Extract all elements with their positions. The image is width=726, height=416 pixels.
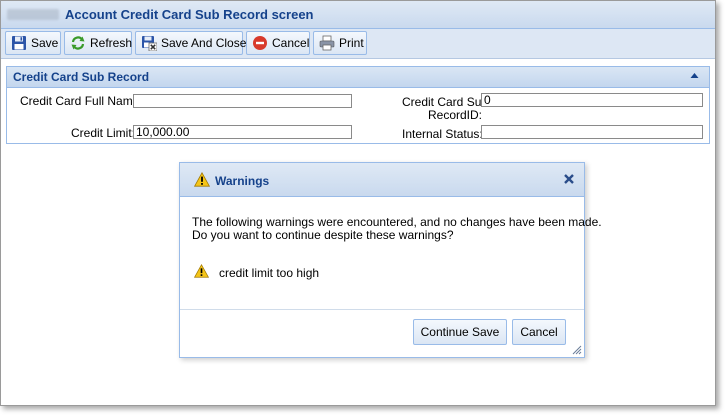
window-title: Account Credit Card Sub Record screen bbox=[65, 7, 314, 22]
refresh-label: Refresh bbox=[90, 36, 133, 50]
save-button[interactable]: Save bbox=[5, 31, 61, 55]
credit-card-sub-record-panel: Credit Card Sub Record Credit Card Full … bbox=[6, 66, 710, 144]
warning-item: credit limit too high bbox=[219, 266, 320, 280]
panel-title: Credit Card Sub Record bbox=[13, 70, 150, 84]
credit-limit-label: Credit Limit: bbox=[71, 126, 136, 140]
full-name-input[interactable] bbox=[133, 94, 352, 108]
warnings-dialog: Warnings The following warnings were enc… bbox=[179, 162, 602, 358]
dialog-cancel-button[interactable]: Cancel bbox=[512, 319, 566, 345]
save-close-icon bbox=[142, 36, 157, 51]
internal-status-input[interactable] bbox=[481, 125, 703, 139]
continue-save-button[interactable]: Continue Save bbox=[413, 319, 507, 345]
redacted-account-id bbox=[7, 9, 59, 20]
sub-record-id-label-line2: RecordID: bbox=[428, 108, 483, 122]
title-bar: Account Credit Card Sub Record screen bbox=[1, 1, 715, 29]
dialog-title: Warnings bbox=[215, 174, 270, 188]
sub-record-id-input[interactable] bbox=[481, 93, 703, 107]
save-and-close-button[interactable]: Save And Close bbox=[135, 31, 247, 55]
toolbar: Save Refresh Save And Close Cancel Print bbox=[1, 29, 715, 59]
cancel-label: Cancel bbox=[272, 36, 310, 50]
print-button[interactable]: Print bbox=[313, 31, 367, 55]
refresh-arrows-icon bbox=[71, 36, 85, 50]
save-and-close-label: Save And Close bbox=[161, 36, 247, 50]
dialog-header: Warnings bbox=[180, 163, 584, 197]
full-name-label: Credit Card Full Name: bbox=[20, 94, 143, 108]
save-label: Save bbox=[31, 36, 59, 50]
warning-triangle-icon bbox=[194, 172, 210, 187]
close-x-icon[interactable] bbox=[564, 174, 574, 184]
refresh-button[interactable]: Refresh bbox=[64, 31, 132, 55]
resize-grip-icon[interactable] bbox=[571, 344, 582, 355]
collapse-up-icon[interactable] bbox=[690, 72, 699, 79]
cancel-button[interactable]: Cancel bbox=[246, 31, 310, 55]
dialog-separator bbox=[180, 309, 584, 310]
print-label: Print bbox=[339, 36, 364, 50]
credit-limit-input[interactable] bbox=[133, 125, 352, 139]
internal-status-label: Internal Status: bbox=[402, 127, 483, 141]
sub-record-id-label-line1: Credit Card Sub bbox=[402, 95, 489, 109]
floppy-disk-icon bbox=[12, 36, 26, 50]
panel-header: Credit Card Sub Record bbox=[7, 67, 709, 88]
red-cancel-icon bbox=[253, 36, 267, 50]
warning-triangle-icon bbox=[194, 264, 209, 278]
printer-icon bbox=[319, 35, 335, 51]
dialog-message-line2: Do you want to continue despite these wa… bbox=[192, 228, 454, 242]
main-window: Account Credit Card Sub Record screen Sa… bbox=[0, 0, 716, 406]
dialog-message-line1: The following warnings were encountered,… bbox=[192, 215, 602, 229]
